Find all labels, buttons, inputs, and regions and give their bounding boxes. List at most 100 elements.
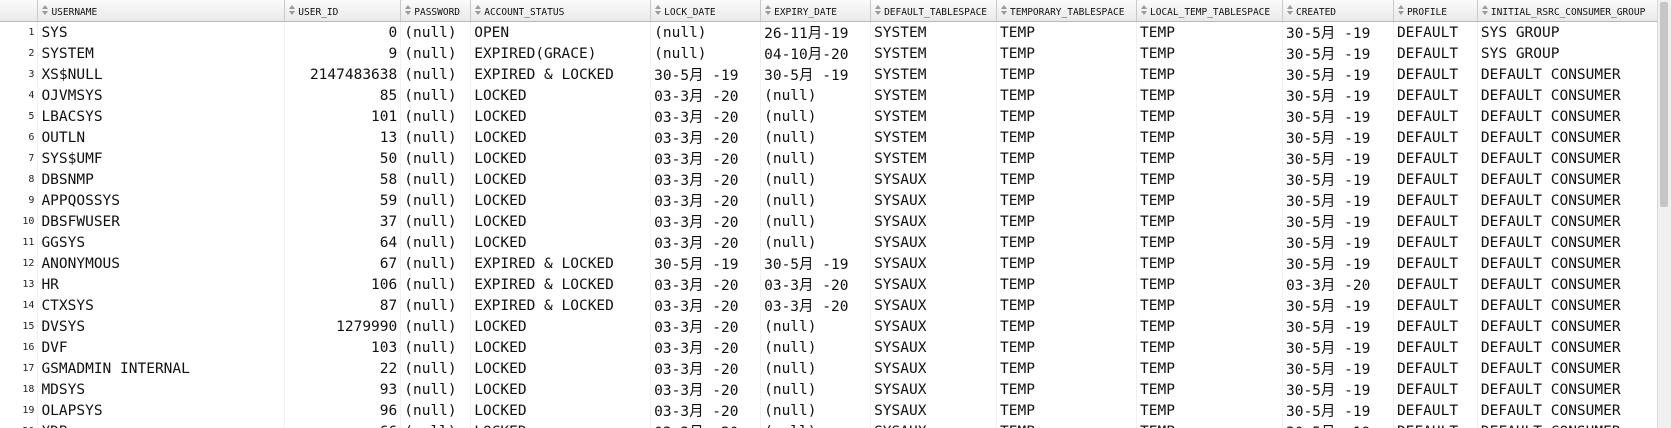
account-status-cell[interactable]: LOCKED: [470, 106, 652, 127]
user-id-cell[interactable]: 106: [284, 274, 402, 295]
temporary-tablespace-cell[interactable]: TEMP: [996, 127, 1138, 148]
password-cell[interactable]: (null): [400, 421, 472, 428]
expiry-date-cell[interactable]: (null): [760, 127, 872, 148]
user-id-cell[interactable]: 96: [284, 400, 402, 421]
initial-rsrc-consumer-group-cell[interactable]: DEFAULT CONSUMER: [1477, 148, 1658, 169]
local-temp-tablespace-cell[interactable]: TEMP: [1136, 211, 1283, 232]
initial-rsrc-consumer-group-cell[interactable]: DEFAULT CONSUMER: [1477, 127, 1658, 148]
created-cell[interactable]: 30-5月 -19: [1282, 232, 1394, 253]
local-temp-tablespace-cell[interactable]: TEMP: [1136, 64, 1283, 85]
lock-date-cell[interactable]: 03-3月 -20: [650, 358, 762, 379]
account-status-cell[interactable]: EXPIRED & LOCKED: [470, 295, 652, 316]
table-row[interactable]: 6 OUTLN 13 (null) LOCKED 03-3月 -20 (null) SYSTE…: [0, 127, 1658, 148]
temporary-tablespace-cell[interactable]: TEMP: [996, 106, 1138, 127]
password-cell[interactable]: (null): [400, 400, 472, 421]
column-header-account-status[interactable]: ACCOUNT_STATUS: [470, 0, 652, 22]
local-temp-tablespace-cell[interactable]: TEMP: [1136, 106, 1283, 127]
password-cell[interactable]: (null): [400, 127, 472, 148]
table-row[interactable]: 11 GGSYS 64 (null) LOCKED 03-3月 -20 (null) SYSA…: [0, 232, 1658, 253]
expiry-date-cell[interactable]: (null): [760, 85, 872, 106]
username-cell[interactable]: APPQOSSYS: [37, 190, 286, 211]
sort-icon[interactable]: [1000, 5, 1008, 17]
table-row[interactable]: 19 OLAPSYS 96 (null) LOCKED 03-3月 -20 (null) SY…: [0, 400, 1658, 421]
account-status-cell[interactable]: EXPIRED & LOCKED: [470, 274, 652, 295]
user-id-cell[interactable]: 1279990: [284, 316, 402, 337]
expiry-date-cell[interactable]: 30-5月 -19: [760, 253, 872, 274]
user-id-cell[interactable]: 101: [284, 106, 402, 127]
user-id-cell[interactable]: 13: [284, 127, 402, 148]
table-row[interactable]: 10 DBSFWUSER 37 (null) LOCKED 03-3月 -20 (null)…: [0, 211, 1658, 232]
password-cell[interactable]: (null): [400, 148, 472, 169]
account-status-cell[interactable]: LOCKED: [470, 169, 652, 190]
user-id-cell[interactable]: 50: [284, 148, 402, 169]
username-cell[interactable]: DVSYS: [37, 316, 286, 337]
lock-date-cell[interactable]: 30-5月 -19: [650, 253, 762, 274]
lock-date-cell[interactable]: 03-3月 -20: [650, 295, 762, 316]
temporary-tablespace-cell[interactable]: TEMP: [996, 421, 1138, 428]
temporary-tablespace-cell[interactable]: TEMP: [996, 358, 1138, 379]
temporary-tablespace-cell[interactable]: TEMP: [996, 295, 1138, 316]
profile-cell[interactable]: DEFAULT: [1393, 169, 1478, 190]
table-row[interactable]: 8 DBSNMP 58 (null) LOCKED 03-3月 -20 (null) SYSA…: [0, 169, 1658, 190]
lock-date-cell[interactable]: 03-3月 -20: [650, 85, 762, 106]
default-tablespace-cell[interactable]: SYSAUX: [870, 316, 998, 337]
username-cell[interactable]: ANONYMOUS: [37, 253, 286, 274]
user-id-cell[interactable]: 9: [284, 43, 402, 64]
default-tablespace-cell[interactable]: SYSTEM: [870, 85, 998, 106]
username-cell[interactable]: DBSFWUSER: [37, 211, 286, 232]
profile-cell[interactable]: DEFAULT: [1393, 106, 1478, 127]
lock-date-cell[interactable]: 03-3月 -20: [650, 421, 762, 428]
expiry-date-cell[interactable]: (null): [760, 232, 872, 253]
table-row[interactable]: 18 MDSYS 93 (null) LOCKED 03-3月 -20 (null) SYSA…: [0, 379, 1658, 400]
sort-icon[interactable]: [764, 5, 772, 17]
profile-cell[interactable]: DEFAULT: [1393, 85, 1478, 106]
created-cell[interactable]: 30-5月 -19: [1282, 85, 1394, 106]
user-id-cell[interactable]: 58: [284, 169, 402, 190]
created-cell[interactable]: 30-5月 -19: [1282, 21, 1394, 43]
created-cell[interactable]: 30-5月 -19: [1282, 358, 1394, 379]
column-header-expiry-date[interactable]: EXPIRY_DATE: [760, 0, 872, 22]
default-tablespace-cell[interactable]: SYSTEM: [870, 43, 998, 64]
initial-rsrc-consumer-group-cell[interactable]: DEFAULT CONSUMER: [1477, 106, 1658, 127]
profile-cell[interactable]: DEFAULT: [1393, 21, 1478, 43]
created-cell[interactable]: 30-5月 -19: [1282, 106, 1394, 127]
created-cell[interactable]: 30-5月 -19: [1282, 379, 1394, 400]
user-id-cell[interactable]: 87: [284, 295, 402, 316]
lock-date-cell[interactable]: 03-3月 -20: [650, 274, 762, 295]
initial-rsrc-consumer-group-cell[interactable]: DEFAULT CONSUMER: [1477, 211, 1658, 232]
user-id-cell[interactable]: 103: [284, 337, 402, 358]
local-temp-tablespace-cell[interactable]: TEMP: [1136, 127, 1283, 148]
expiry-date-cell[interactable]: (null): [760, 211, 872, 232]
user-id-cell[interactable]: 37: [284, 211, 402, 232]
profile-cell[interactable]: DEFAULT: [1393, 295, 1478, 316]
vertical-scrollbar[interactable]: [1657, 0, 1671, 428]
sort-icon[interactable]: [874, 5, 882, 17]
expiry-date-cell[interactable]: (null): [760, 421, 872, 428]
created-cell[interactable]: 30-5月 -19: [1282, 421, 1394, 428]
password-cell[interactable]: (null): [400, 316, 472, 337]
username-cell[interactable]: DBSNMP: [37, 169, 286, 190]
default-tablespace-cell[interactable]: SYSAUX: [870, 211, 998, 232]
username-cell[interactable]: DVF: [37, 337, 286, 358]
table-row[interactable]: 12 ANONYMOUS 67 (null) EXPIRED & LOCKED 30-5月…: [0, 253, 1658, 274]
profile-cell[interactable]: DEFAULT: [1393, 43, 1478, 64]
initial-rsrc-consumer-group-cell[interactable]: DEFAULT CONSUMER: [1477, 358, 1658, 379]
user-id-cell[interactable]: 93: [284, 379, 402, 400]
initial-rsrc-consumer-group-cell[interactable]: DEFAULT CONSUMER: [1477, 400, 1658, 421]
user-id-cell[interactable]: 0: [284, 21, 402, 43]
expiry-date-cell[interactable]: 26-11月-19: [760, 21, 872, 43]
local-temp-tablespace-cell[interactable]: TEMP: [1136, 190, 1283, 211]
lock-date-cell[interactable]: 03-3月 -20: [650, 337, 762, 358]
user-id-cell[interactable]: 67: [284, 253, 402, 274]
local-temp-tablespace-cell[interactable]: TEMP: [1136, 379, 1283, 400]
account-status-cell[interactable]: LOCKED: [470, 148, 652, 169]
scrollbar-thumb[interactable]: [1660, 2, 1668, 207]
username-cell[interactable]: OLAPSYS: [37, 400, 286, 421]
column-header-temporary-tablespace[interactable]: TEMPORARY_TABLESPACE: [996, 0, 1138, 22]
sort-icon[interactable]: [1140, 5, 1148, 17]
lock-date-cell[interactable]: 03-3月 -20: [650, 400, 762, 421]
sort-icon[interactable]: [404, 5, 412, 17]
username-cell[interactable]: LBACSYS: [37, 106, 286, 127]
expiry-date-cell[interactable]: 03-3月 -20: [760, 295, 872, 316]
lock-date-cell[interactable]: (null): [650, 43, 762, 64]
